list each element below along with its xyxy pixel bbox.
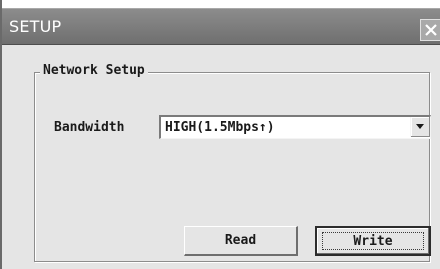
write-button-label: Write <box>353 234 393 249</box>
window-title: SETUP <box>9 17 62 36</box>
write-button[interactable]: Write <box>315 226 431 256</box>
read-button-label: Read <box>224 233 257 248</box>
setup-window: SETUP Network Setup Bandwidth HIGH(1.5Mb… <box>0 0 440 269</box>
title-bar[interactable]: SETUP <box>2 8 440 45</box>
close-button[interactable] <box>420 19 440 41</box>
bandwidth-selected-value: HIGH(1.5Mbps↑) <box>165 120 275 135</box>
read-button[interactable]: Read <box>184 226 298 256</box>
close-icon <box>425 24 437 36</box>
bandwidth-label: Bandwidth <box>54 120 125 135</box>
chevron-down-icon <box>416 124 424 129</box>
network-setup-legend: Network Setup <box>40 63 148 78</box>
bandwidth-dropdown-button[interactable] <box>410 117 430 137</box>
window-top-strip <box>2 0 440 8</box>
bandwidth-select[interactable]: HIGH(1.5Mbps↑) <box>159 115 431 139</box>
